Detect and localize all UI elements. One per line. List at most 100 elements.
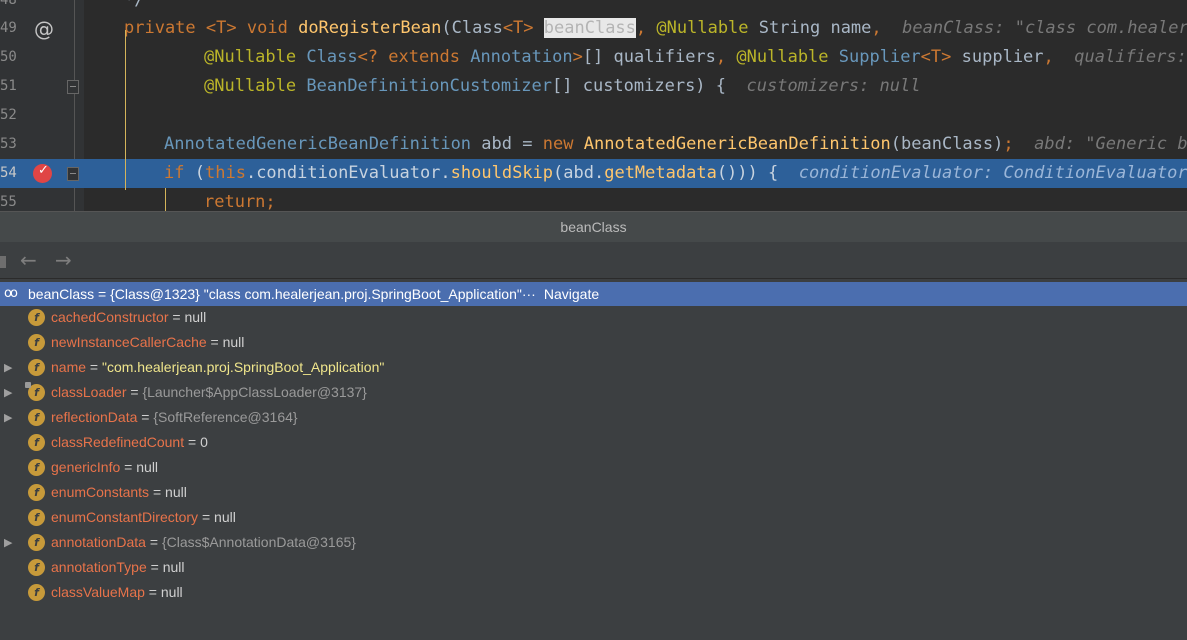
code-line-54-current[interactable]: 54 ✓ if (this.conditionEvaluator.shouldS… xyxy=(0,159,1187,188)
forward-arrow-icon[interactable]: → xyxy=(55,248,72,272)
popup-toolbar: ← → xyxy=(0,242,1187,279)
expand-arrow-icon[interactable]: ▶ xyxy=(4,530,12,555)
equals-sign: = xyxy=(145,534,162,550)
field-icon: f xyxy=(28,484,45,501)
tree-field-row[interactable]: ▶ f classLoader = {Launcher$AppClassLoader… xyxy=(0,380,1187,405)
field-text: annotationData = {Class$AnnotationData@3… xyxy=(51,530,356,555)
equals-sign: = xyxy=(120,459,137,475)
code-line-52[interactable]: 52 xyxy=(0,101,1187,130)
code-text: */ xyxy=(124,0,145,10)
field-name: classLoader xyxy=(51,384,127,400)
tree-field-row[interactable]: f classValueMap = null xyxy=(0,580,1187,605)
inline-debug-hint: abd: "Generic bean: class [com.healerjea… xyxy=(1034,134,1187,154)
equals-sign: = xyxy=(86,359,102,375)
field-name: cachedConstructor xyxy=(51,309,169,325)
field-value: null xyxy=(160,584,183,600)
fold-marker-icon[interactable] xyxy=(67,167,79,181)
code-line-53[interactable]: 53 AnnotatedGenericBeanDefinition abd = … xyxy=(0,130,1187,159)
ellipsis-more[interactable]: ··· xyxy=(522,286,536,302)
field-value: null xyxy=(222,334,245,350)
toolbar-edge-button[interactable] xyxy=(0,256,6,268)
code-line-50[interactable]: 50 @Nullable Class<? extends Annotation>… xyxy=(0,43,1187,72)
field-value: {SoftReference@3164} xyxy=(153,409,298,425)
tree-field-row[interactable]: f enumConstants = null xyxy=(0,480,1187,505)
code-line-48[interactable]: 48 */ xyxy=(0,0,1187,15)
line-number: 50 xyxy=(0,49,17,65)
equals-sign: = xyxy=(137,409,154,425)
field-text: annotationType = null xyxy=(51,555,185,580)
expand-arrow-icon[interactable]: ▶ xyxy=(4,405,12,430)
field-value: {Launcher$AppClassLoader@3137} xyxy=(142,384,367,400)
expand-arrow-icon[interactable]: ▶ xyxy=(4,355,12,380)
field-text: name = "com.healerjean.proj.SpringBoot_A… xyxy=(51,355,384,380)
field-name: classValueMap xyxy=(51,584,145,600)
tree-field-row[interactable]: ▶ f annotationData = {Class$AnnotationData… xyxy=(0,530,1187,555)
code-text: AnnotatedGenericBeanDefinition abd = new… xyxy=(164,130,1187,159)
tree-field-row[interactable]: f genericInfo = null xyxy=(0,455,1187,480)
code-line-51[interactable]: 51 @Nullable BeanDefinitionCustomizer[] … xyxy=(0,72,1187,101)
inline-debug-hint: conditionEvaluator: ConditionEvaluator@3… xyxy=(798,163,1187,183)
code-text: if (this.conditionEvaluator.shouldSkip(a… xyxy=(164,159,1187,188)
field-text: newInstanceCallerCache = null xyxy=(51,330,244,355)
tree-root-row-selected[interactable]: oo beanClass = {Class@1323} "class com.h… xyxy=(0,282,1187,306)
root-text: beanClass = {Class@1323} "class com.heal… xyxy=(28,286,600,302)
watch-glasses-icon: oo xyxy=(4,286,18,301)
field-icon: f xyxy=(28,309,45,326)
field-name: classRedefinedCount xyxy=(51,434,185,450)
tree-field-row[interactable]: f cachedConstructor = null xyxy=(0,305,1187,330)
fold-marker-icon[interactable] xyxy=(67,80,79,94)
tree-field-row[interactable]: f newInstanceCallerCache = null xyxy=(0,330,1187,355)
field-icon: f xyxy=(28,434,45,451)
code-line-49[interactable]: 49 @ private <T> void doRegisterBean(Cla… xyxy=(0,14,1187,43)
field-icon: f xyxy=(28,334,45,351)
field-icon: f xyxy=(28,559,45,576)
indent-guide xyxy=(165,188,166,211)
field-name: enumConstantDirectory xyxy=(51,509,199,525)
code-editor[interactable]: 48 */ 49 @ private <T> void doRegisterBe… xyxy=(0,0,1187,211)
highlighted-param: beanClass xyxy=(543,18,636,38)
root-var-value: {Class@1323} "class com.healerjean.proj.… xyxy=(110,286,522,302)
popup-title-bar[interactable]: beanClass xyxy=(0,211,1187,242)
field-icon: f xyxy=(28,409,45,426)
field-value: null xyxy=(162,559,185,575)
inline-debug-hint: beanClass: "class com.healerjean.proj.Sp… xyxy=(902,18,1187,38)
code-text: private <T> void doRegisterBean(Class<T>… xyxy=(124,14,1187,43)
field-text: enumConstantDirectory = null xyxy=(51,505,236,530)
override-at-icon[interactable]: @ xyxy=(34,15,54,44)
field-name: genericInfo xyxy=(51,459,121,475)
field-name: newInstanceCallerCache xyxy=(51,334,207,350)
indent-guide xyxy=(125,30,126,190)
variables-tree[interactable]: oo beanClass = {Class@1323} "class com.h… xyxy=(0,280,1187,640)
field-text: classRedefinedCount = 0 xyxy=(51,430,208,455)
popup-title: beanClass xyxy=(560,219,627,235)
tree-field-row[interactable]: f enumConstantDirectory = null xyxy=(0,505,1187,530)
line-number: 51 xyxy=(0,78,17,94)
root-var-name: beanClass xyxy=(28,286,95,302)
field-name: annotationType xyxy=(51,559,147,575)
inline-debug-hint: customizers: null xyxy=(746,76,921,96)
code-line-55[interactable]: 55 return; xyxy=(0,188,1187,211)
code-text: @Nullable Class<? extends Annotation>[] … xyxy=(204,43,1187,72)
tree-field-row[interactable]: f classRedefinedCount = 0 xyxy=(0,430,1187,455)
line-number: 53 xyxy=(0,136,17,152)
code-text: @Nullable BeanDefinitionCustomizer[] cus… xyxy=(204,76,921,96)
equals-sign: = xyxy=(126,384,143,400)
field-value: {Class$AnnotationData@3165} xyxy=(161,534,356,550)
field-value: null xyxy=(214,509,236,525)
field-value: "com.healerjean.proj.SpringBoot_Applicat… xyxy=(102,359,385,375)
expand-arrow-icon[interactable]: ▶ xyxy=(4,380,12,405)
field-text: enumConstants = null xyxy=(51,480,187,505)
line-number: 49 xyxy=(0,20,17,36)
field-icon: f xyxy=(28,534,45,551)
tree-field-row[interactable]: ▶ f reflectionData = {SoftReference@3164} xyxy=(0,405,1187,430)
inline-debug-hint: qualifiers: null xyxy=(1074,47,1187,67)
tree-field-row[interactable]: ▶ f name = "com.healerjean.proj.SpringBoot… xyxy=(0,355,1187,380)
field-value: 0 xyxy=(200,434,208,450)
line-number: 48 xyxy=(0,0,17,8)
navigate-link[interactable]: Navigate xyxy=(544,286,599,302)
equals-sign: = xyxy=(168,309,185,325)
equals-sign: = xyxy=(206,334,223,350)
private-lock-icon xyxy=(25,382,31,388)
back-arrow-icon[interactable]: ← xyxy=(20,248,37,272)
tree-field-row[interactable]: f annotationType = null xyxy=(0,555,1187,580)
